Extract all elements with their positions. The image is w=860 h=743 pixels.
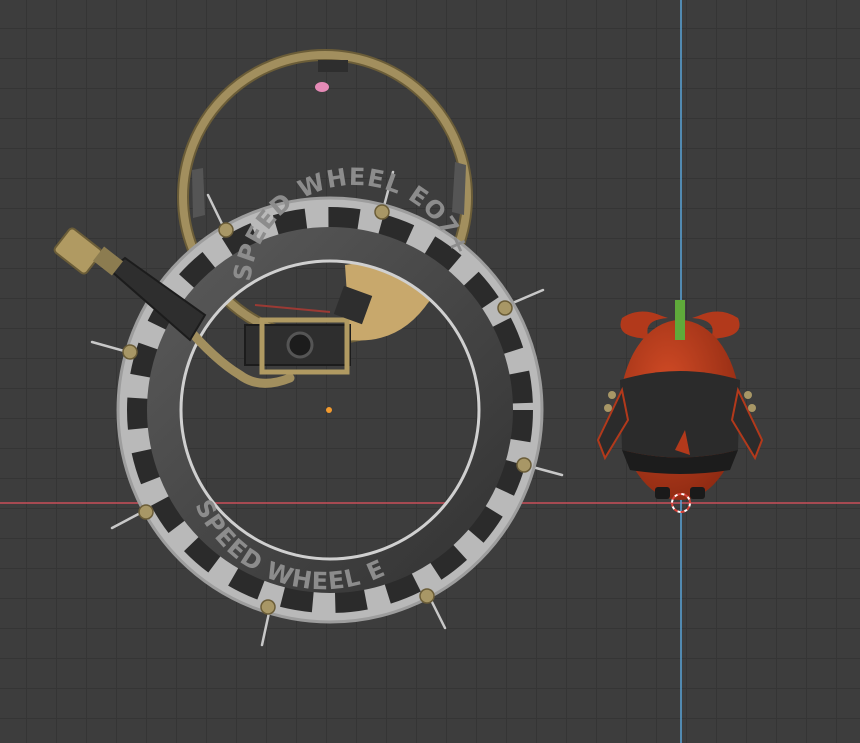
character-model[interactable] — [596, 300, 764, 500]
origin-point-icon[interactable] — [326, 407, 332, 413]
pink-marker-knob — [315, 82, 329, 92]
3d-viewport[interactable]: SPEED WHEEL EO7+ SPEED WHEEL EO7+ — [0, 0, 860, 743]
character-foot-left — [655, 487, 670, 499]
scene-canvas[interactable]: SPEED WHEEL EO7+ SPEED WHEEL EO7+ — [0, 0, 860, 743]
character-foot-right — [690, 487, 705, 499]
speed-wheel-tire[interactable]: SPEED WHEEL EO7+ SPEED WHEEL EO7+ — [0, 0, 544, 624]
character-antenna — [675, 300, 685, 340]
